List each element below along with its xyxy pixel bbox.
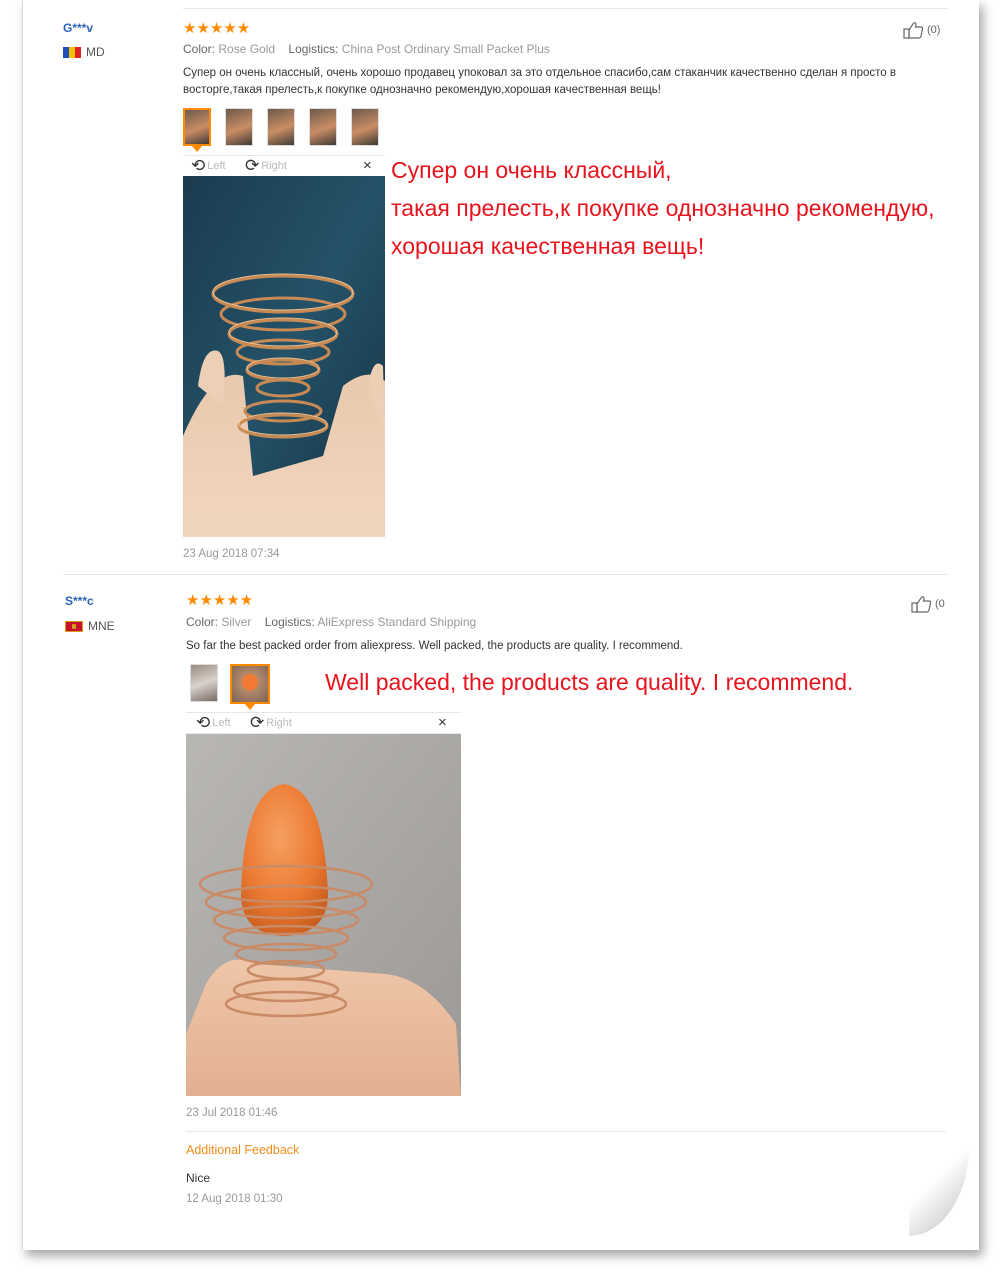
overlay-line: Супер он очень классный,	[391, 157, 672, 183]
photo-thumbnail[interactable]	[230, 664, 270, 710]
helpful-count: (0)	[927, 24, 941, 36]
color-label: Color:	[183, 42, 216, 56]
order-info: Color: Silver Logistics: AliExpress Stan…	[186, 615, 476, 629]
review-date: 23 Aug 2018 07:34	[183, 548, 280, 560]
rotate-right-icon: ⟳	[250, 713, 265, 732]
photo-thumbnail[interactable]	[225, 108, 253, 146]
review-divider	[63, 574, 948, 575]
overlay-line: такая прелесть,к покупке однозначно реко…	[391, 195, 935, 221]
photo-thumbnails	[190, 664, 270, 710]
color-label: Color:	[186, 615, 219, 629]
rotate-left-icon: ⟲	[191, 156, 206, 175]
review-overlay-caption: Well packed, the products are quality. I…	[325, 663, 853, 701]
logistics-value: China Post Ordinary Small Packet Plus	[341, 42, 550, 56]
photo-thumbnail[interactable]	[190, 664, 218, 702]
logistics-value: AliExpress Standard Shipping	[317, 615, 477, 629]
country-code: MD	[86, 45, 105, 59]
rotate-right-label: Right	[266, 717, 292, 729]
rotate-left-label: Left	[207, 160, 226, 172]
photo-thumbnail[interactable]	[183, 108, 211, 152]
sponge-in-holder-photo	[186, 734, 461, 1096]
moldova-flag-icon	[63, 46, 81, 58]
close-icon[interactable]: ×	[438, 714, 447, 731]
rose-gold-holder-photo	[183, 176, 385, 537]
color-value: Silver	[221, 615, 252, 629]
overlay-line: хорошая качественная вещь!	[391, 233, 705, 259]
rotate-left-label: Left	[212, 717, 231, 729]
photo-thumbnails	[183, 108, 379, 152]
close-icon[interactable]: ×	[363, 157, 372, 174]
review-date: 23 Jul 2018 01:46	[186, 1107, 278, 1119]
review-text: Супер он очень классный, очень хорошо пр…	[183, 67, 896, 96]
photo-thumbnail[interactable]	[309, 108, 337, 146]
additional-divider	[186, 1131, 946, 1132]
logistics-label: Logistics:	[264, 615, 315, 629]
review-text: So far the best packed order from aliexp…	[186, 640, 683, 652]
overlay-line: Well packed, the products are quality. I…	[325, 669, 854, 695]
reviewer-country: MD	[63, 45, 105, 59]
top-divider	[183, 8, 948, 9]
helpful-button[interactable]: (0	[911, 595, 945, 613]
rotate-right-button[interactable]: ⟳ Right	[245, 157, 287, 175]
review-photo	[183, 176, 385, 537]
rotate-left-button[interactable]: ⟲ Left	[191, 157, 226, 175]
additional-feedback-text: Nice	[186, 1171, 211, 1185]
helpful-count: (0	[935, 598, 945, 610]
rotate-right-label: Right	[261, 160, 287, 172]
montenegro-flag-icon	[65, 620, 83, 632]
rating-stars: ★★★★★	[183, 20, 251, 37]
rotate-right-button[interactable]: ⟳ Right	[250, 714, 292, 732]
additional-feedback-title: Additional Feedback	[186, 1143, 300, 1157]
rotate-left-button[interactable]: ⟲ Left	[196, 714, 231, 732]
thumbs-up-icon	[911, 596, 932, 613]
photo-thumbnail[interactable]	[267, 108, 295, 146]
color-value: Rose Gold	[218, 42, 276, 56]
rotate-right-icon: ⟳	[245, 156, 260, 175]
country-code: MNE	[88, 619, 115, 633]
rating-stars: ★★★★★	[186, 592, 254, 609]
rotate-left-icon: ⟲	[196, 713, 211, 732]
review-photo	[186, 734, 461, 1096]
page-curl	[909, 1146, 969, 1236]
additional-feedback-date: 12 Aug 2018 01:30	[186, 1193, 283, 1205]
helpful-button[interactable]: (0)	[903, 21, 940, 39]
logistics-label: Logistics:	[288, 42, 339, 56]
order-info: Color: Rose Gold Logistics: China Post O…	[183, 42, 550, 56]
photo-viewer-toolbar: ⟲ Left ⟳ Right ×	[186, 712, 461, 734]
reviewer-country: MNE	[65, 619, 115, 633]
photo-viewer-toolbar: ⟲ Left ⟳ Right ×	[183, 155, 385, 177]
reviewer-name[interactable]: G***v	[63, 21, 93, 35]
reviewer-name[interactable]: S***c	[65, 594, 94, 608]
review-overlay-caption: Супер он очень классный, такая прелесть,…	[391, 151, 935, 265]
thumbs-up-icon	[903, 22, 924, 39]
photo-thumbnail[interactable]	[351, 108, 379, 146]
